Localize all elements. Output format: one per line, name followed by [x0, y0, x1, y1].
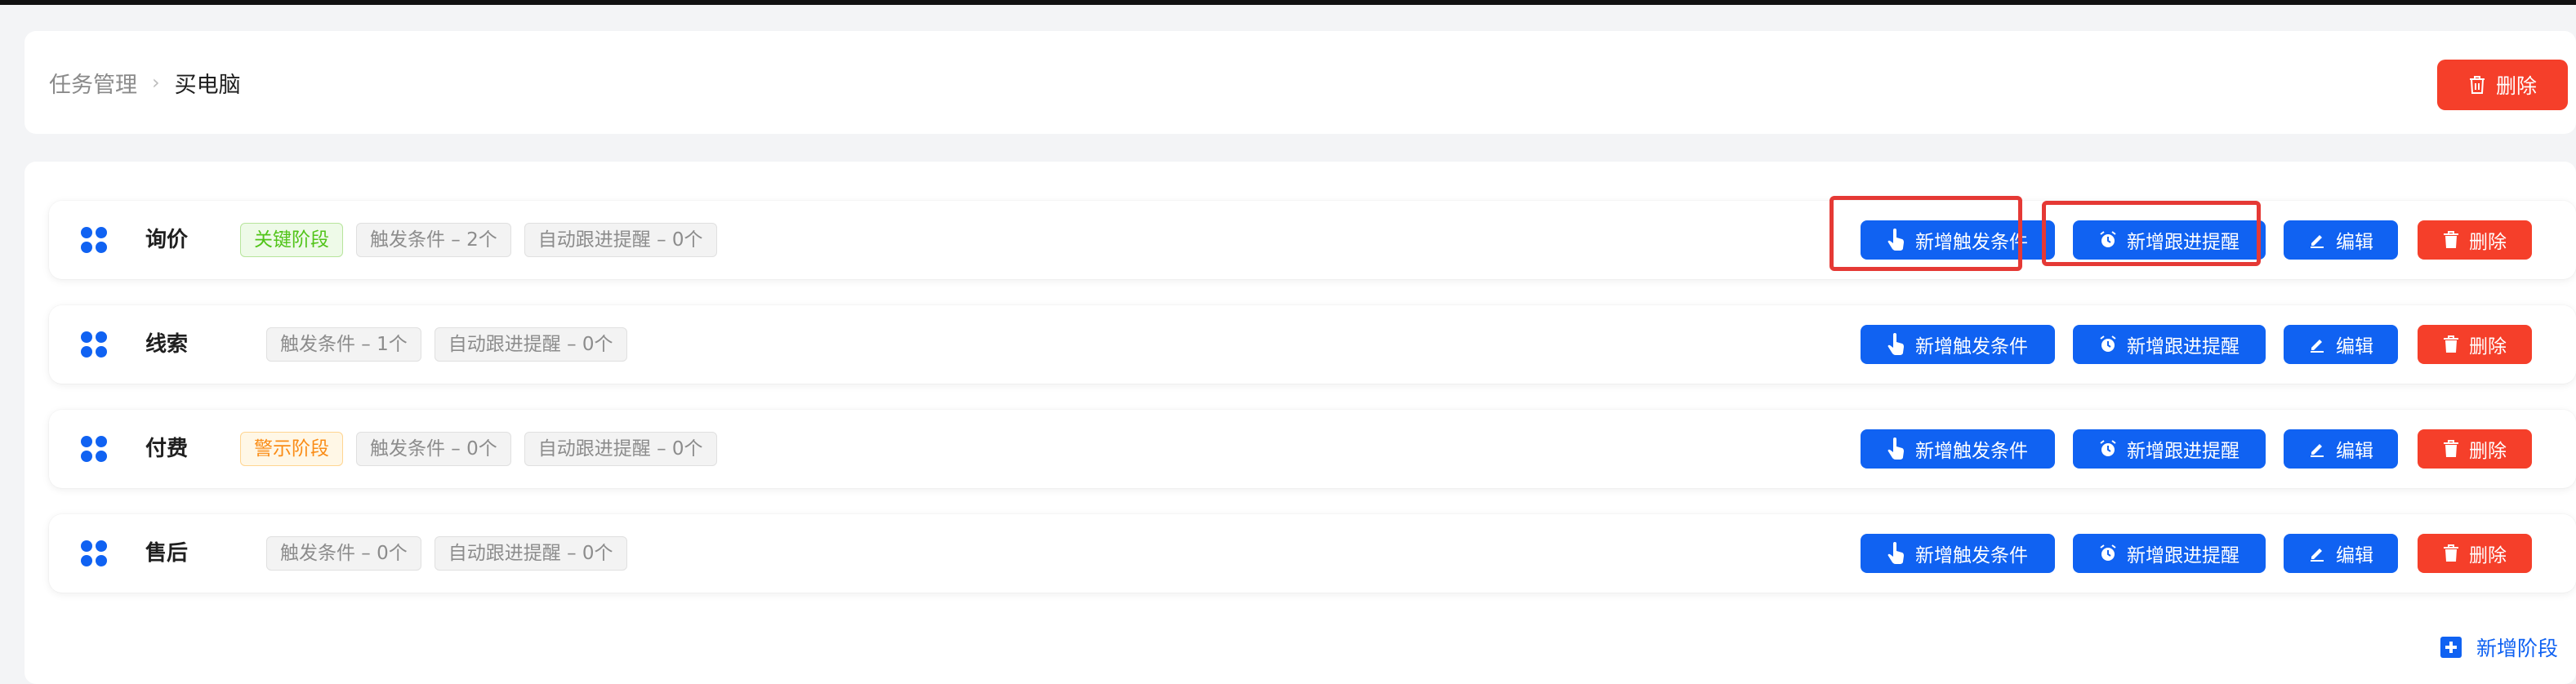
plus-square-icon [2440, 637, 2462, 658]
stage-row[interactable]: 线索 触发条件 – 1个 自动跟进提醒 – 0个 新增触发条件 新增跟进提醒 编… [49, 305, 2576, 384]
warning-stage-badge: 警示阶段 [240, 432, 343, 466]
add-trigger-button[interactable]: 新增触发条件 [1861, 220, 2055, 260]
hand-pointer-icon [1887, 437, 1904, 460]
edit-button[interactable]: 编辑 [2284, 220, 2398, 260]
trash-icon [2444, 335, 2458, 353]
add-reminder-label: 新增跟进提醒 [2127, 441, 2240, 462]
edit-label: 编辑 [2336, 336, 2373, 358]
edit-label: 编辑 [2336, 441, 2373, 462]
stage-row[interactable]: 付费 警示阶段 触发条件 – 0个 自动跟进提醒 – 0个 新增触发条件 新增跟… [49, 410, 2576, 488]
add-reminder-label: 新增跟进提醒 [2127, 336, 2240, 358]
hand-pointer-icon [1887, 229, 1904, 251]
trash-icon [2444, 440, 2458, 457]
breadcrumb-separator: › [152, 71, 160, 94]
drag-handle-icon[interactable] [78, 538, 109, 569]
add-trigger-label: 新增触发条件 [1915, 336, 2028, 358]
add-reminder-label: 新增跟进提醒 [2127, 545, 2240, 566]
add-trigger-label: 新增触发条件 [1915, 545, 2028, 566]
edit-label: 编辑 [2336, 232, 2373, 253]
add-trigger-label: 新增触发条件 [1915, 232, 2028, 253]
alarm-clock-icon [2100, 544, 2116, 561]
trigger-count-tag: 触发条件 – 2个 [356, 223, 511, 257]
stage-list-panel: 询价 关键阶段 触发条件 – 2个 自动跟进提醒 – 0个 新增触发条件 新增跟… [25, 162, 2576, 684]
delete-stage-label: 删除 [2469, 232, 2507, 253]
delete-task-button[interactable]: 删除 [2437, 60, 2568, 110]
hand-pointer-icon [1887, 333, 1904, 355]
trash-icon [2444, 231, 2458, 248]
add-stage-label: 新增阶段 [2476, 637, 2559, 660]
stage-tags: 关键阶段 触发条件 – 2个 自动跟进提醒 – 0个 [240, 201, 717, 279]
reminder-count-tag: 自动跟进提醒 – 0个 [434, 536, 627, 571]
pencil-icon [2311, 340, 2324, 353]
window-top-bar [0, 0, 2576, 5]
alarm-clock-icon [2100, 231, 2116, 247]
add-trigger-button[interactable]: 新增触发条件 [1861, 325, 2055, 364]
trigger-count-tag: 触发条件 – 0个 [266, 536, 421, 571]
pencil-icon [2311, 444, 2324, 457]
page-header: 任务管理 › 买电脑 删除 [25, 31, 2576, 134]
add-trigger-button[interactable]: 新增触发条件 [1861, 534, 2055, 573]
alarm-clock-icon [2100, 335, 2116, 352]
key-stage-badge: 关键阶段 [240, 223, 343, 257]
trash-icon [2444, 544, 2458, 562]
delete-stage-label: 删除 [2469, 545, 2507, 566]
edit-button[interactable]: 编辑 [2284, 429, 2398, 469]
edit-button[interactable]: 编辑 [2284, 325, 2398, 364]
add-trigger-label: 新增触发条件 [1915, 441, 2028, 462]
delete-stage-button[interactable]: 删除 [2418, 429, 2532, 469]
add-reminder-button[interactable]: 新增跟进提醒 [2073, 220, 2266, 260]
edit-label: 编辑 [2336, 545, 2373, 566]
trash-outline-icon [2469, 76, 2485, 94]
hand-pointer-icon [1887, 542, 1904, 564]
reminder-count-tag: 自动跟进提醒 – 0个 [434, 327, 627, 362]
drag-handle-icon[interactable] [78, 433, 109, 464]
delete-stage-button[interactable]: 删除 [2418, 534, 2532, 573]
breadcrumb: 任务管理 › 买电脑 [49, 31, 241, 134]
edit-button[interactable]: 编辑 [2284, 534, 2398, 573]
breadcrumb-task-management[interactable]: 任务管理 [49, 67, 137, 99]
pencil-icon [2311, 549, 2324, 562]
breadcrumb-current: 买电脑 [174, 72, 241, 98]
delete-stage-button[interactable]: 删除 [2418, 325, 2532, 364]
stage-name: 询价 [145, 228, 189, 252]
stage-tags: 触发条件 – 0个 自动跟进提醒 – 0个 [266, 514, 627, 593]
add-trigger-button[interactable]: 新增触发条件 [1861, 429, 2055, 469]
stage-tags: 触发条件 – 1个 自动跟进提醒 – 0个 [266, 305, 627, 384]
add-stage-button[interactable]: 新增阶段 [2440, 627, 2558, 668]
alarm-clock-icon [2100, 440, 2116, 456]
delete-stage-label: 删除 [2469, 336, 2507, 358]
stage-row[interactable]: 询价 关键阶段 触发条件 – 2个 自动跟进提醒 – 0个 新增触发条件 新增跟… [49, 201, 2576, 279]
reminder-count-tag: 自动跟进提醒 – 0个 [524, 432, 717, 466]
stage-name: 线索 [145, 332, 189, 357]
reminder-count-tag: 自动跟进提醒 – 0个 [524, 223, 717, 257]
drag-handle-icon[interactable] [78, 224, 109, 255]
add-reminder-button[interactable]: 新增跟进提醒 [2073, 325, 2266, 364]
delete-stage-button[interactable]: 删除 [2418, 220, 2532, 260]
trigger-count-tag: 触发条件 – 1个 [266, 327, 421, 362]
stage-row[interactable]: 售后 触发条件 – 0个 自动跟进提醒 – 0个 新增触发条件 新增跟进提醒 编… [49, 514, 2576, 593]
delete-stage-label: 删除 [2469, 441, 2507, 462]
pencil-icon [2311, 235, 2324, 248]
stage-name: 售后 [145, 541, 189, 566]
drag-handle-icon[interactable] [78, 329, 109, 360]
trigger-count-tag: 触发条件 – 0个 [356, 432, 511, 466]
add-reminder-button[interactable]: 新增跟进提醒 [2073, 429, 2266, 469]
delete-task-label: 删除 [2495, 74, 2537, 98]
add-reminder-label: 新增跟进提醒 [2127, 232, 2240, 253]
stage-name: 付费 [145, 437, 189, 461]
stage-tags: 警示阶段 触发条件 – 0个 自动跟进提醒 – 0个 [240, 410, 717, 488]
add-reminder-button[interactable]: 新增跟进提醒 [2073, 534, 2266, 573]
